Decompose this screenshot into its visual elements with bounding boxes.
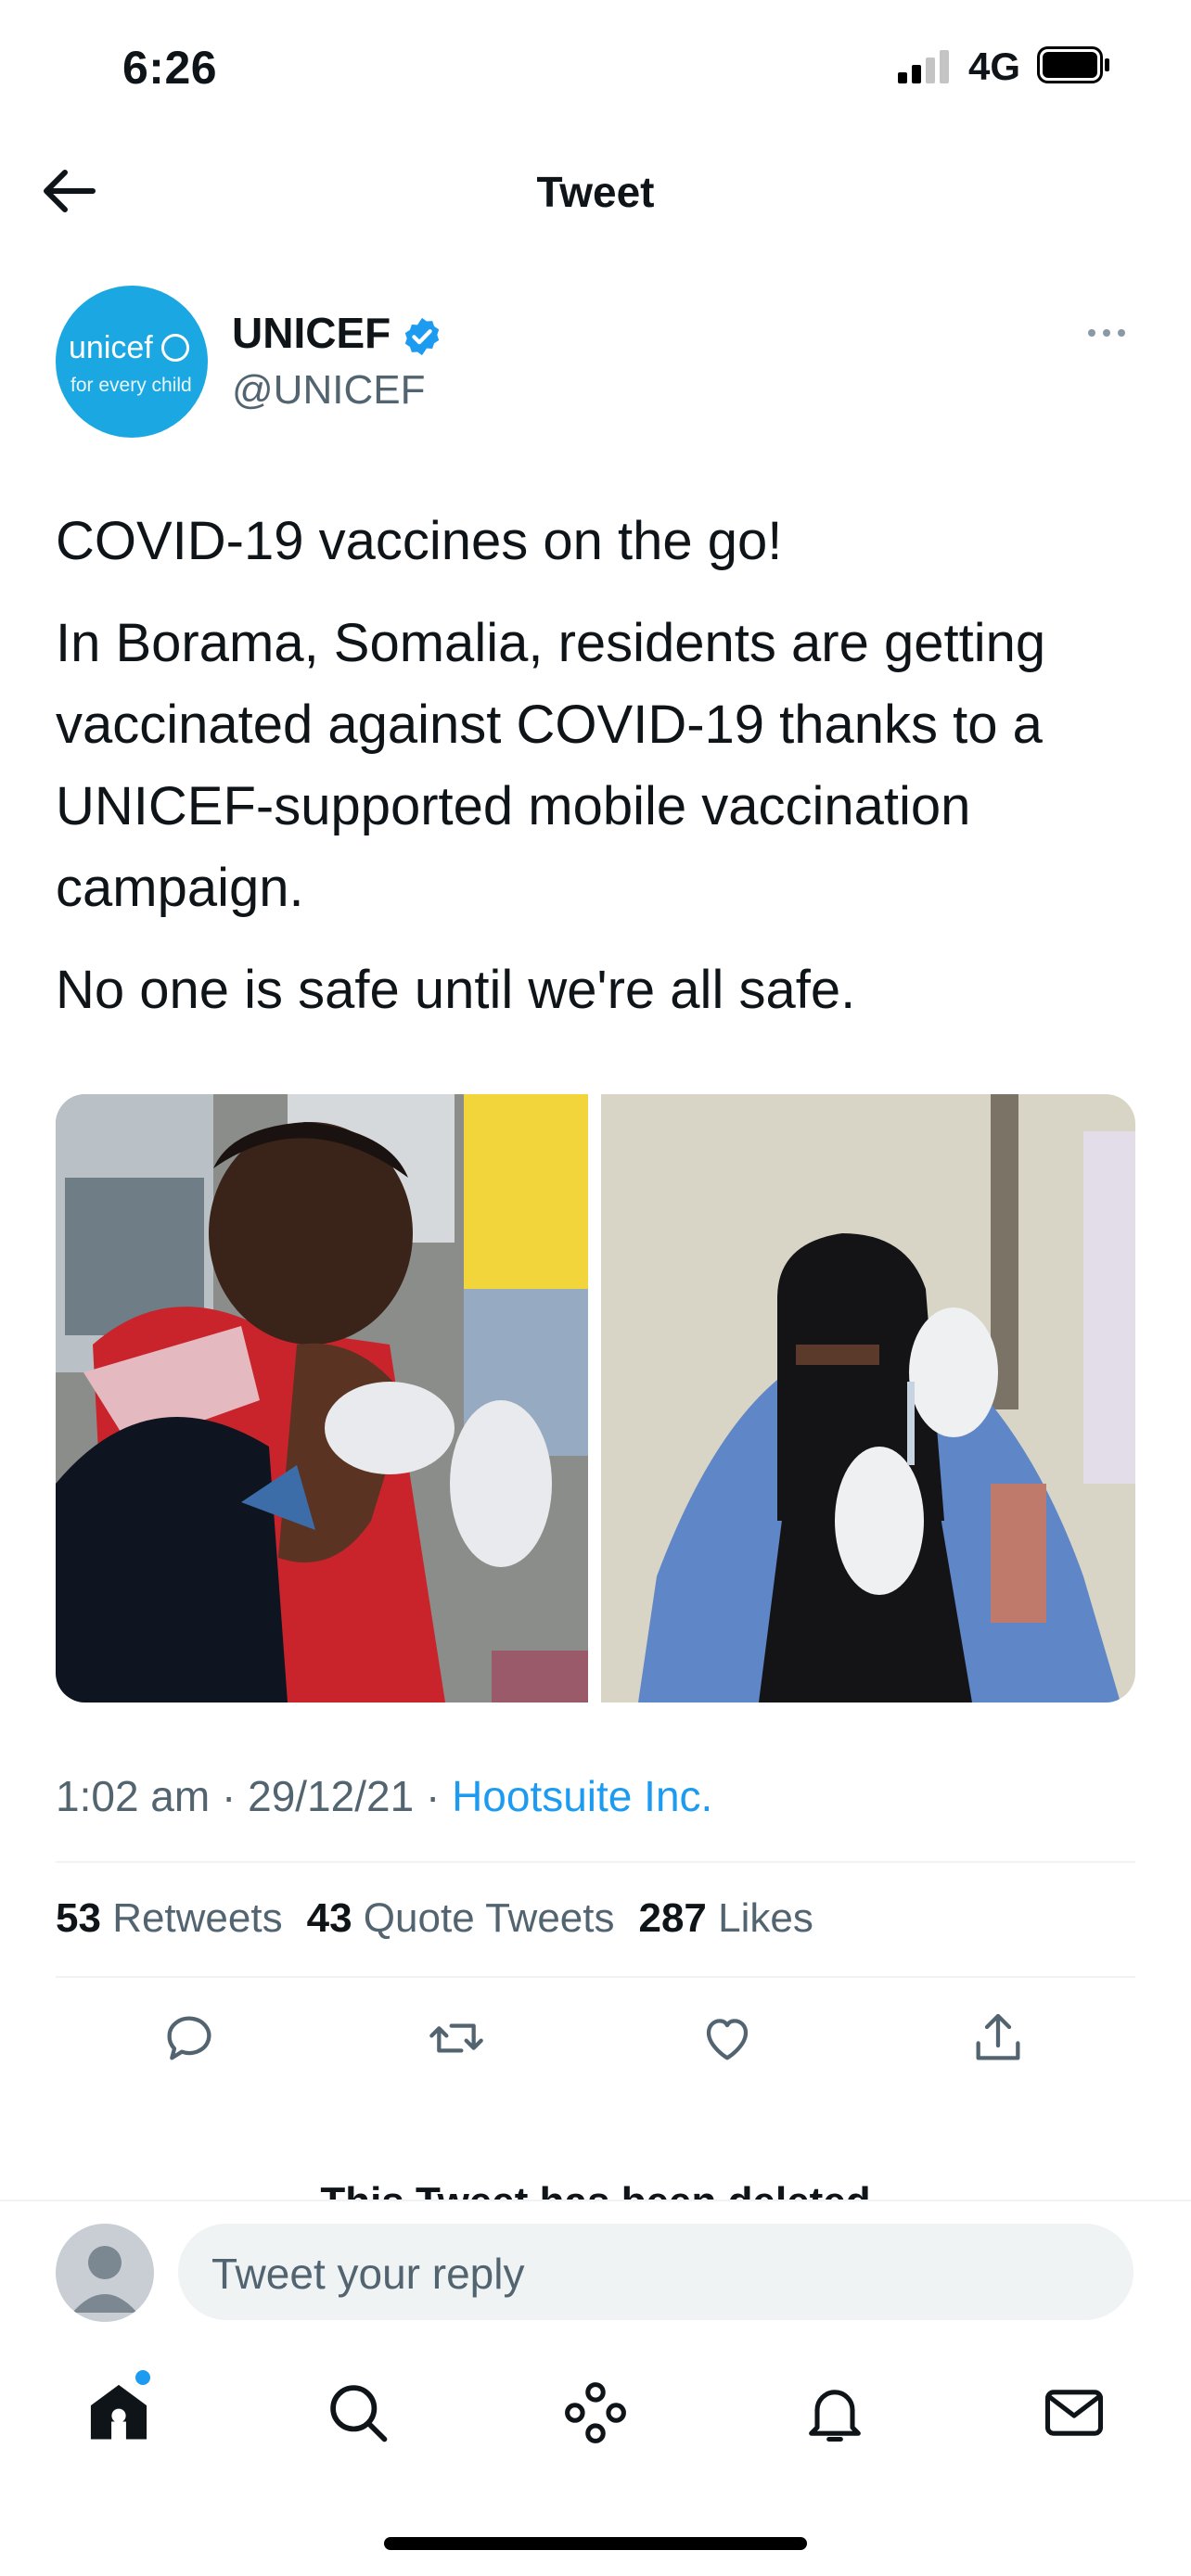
likes-stat[interactable]: 287 Likes [638, 1895, 813, 1941]
retweets-label: Retweets [112, 1895, 283, 1941]
default-avatar-icon [72, 2246, 137, 2313]
author-handle[interactable]: @UNICEF [232, 367, 425, 414]
user-avatar[interactable] [56, 2224, 154, 2322]
tweet-paragraph: No one is safe until we're all safe. [56, 960, 856, 1020]
retweets-stat[interactable]: 53 Retweets [56, 1895, 283, 1941]
quote-tweets-label: Quote Tweets [363, 1895, 615, 1941]
divider [56, 1861, 1135, 1863]
reply-placeholder: Tweet your reply [211, 2250, 525, 2298]
tweet-meta: 1:02 am · 29/12/21 · Hootsuite Inc. [56, 1772, 713, 1820]
quote-tweets-stat[interactable]: 43 Quote Tweets [307, 1895, 615, 1941]
notifications-bell-icon[interactable] [800, 2378, 870, 2448]
avatar-tagline: for every child [70, 375, 192, 396]
globe-icon [161, 334, 189, 362]
status-time: 6:26 [122, 42, 218, 94]
like-heart-icon[interactable] [698, 2009, 757, 2068]
home-icon[interactable] [83, 2378, 154, 2448]
tweet-text: COVID-19 vaccines on the go! In Borama, … [56, 501, 1141, 1052]
tweet-paragraph: COVID-19 vaccines on the go! [56, 511, 783, 571]
unicef-avatar[interactable]: unicef for every child [56, 286, 208, 438]
spaces-icon[interactable] [560, 2378, 631, 2448]
avatar-logo-text: unicef [69, 330, 153, 365]
likes-count: 287 [638, 1895, 707, 1941]
share-icon[interactable] [968, 2009, 1028, 2068]
search-icon[interactable] [323, 2378, 393, 2448]
tweet-time: 1:02 am [56, 1772, 211, 1820]
tweet-paragraph: In Borama, Somalia, residents are gettin… [56, 613, 1046, 918]
page-title: Tweet [536, 168, 655, 216]
messages-mail-icon[interactable] [1039, 2378, 1109, 2448]
tweet-source-link[interactable]: Hootsuite Inc. [452, 1772, 712, 1820]
verified-badge-icon [404, 317, 440, 356]
notification-dot [135, 2370, 150, 2385]
battery-icon [1037, 46, 1109, 83]
more-options-icon[interactable] [1085, 319, 1128, 347]
divider [56, 1976, 1135, 1978]
tweet-stats: 53 Retweets 43 Quote Tweets 287 Likes [56, 1895, 813, 1942]
retweet-icon[interactable] [427, 2009, 486, 2068]
author-name[interactable]: UNICEF [232, 308, 391, 358]
network-label: 4G [968, 45, 1021, 88]
vaccination-photo-2[interactable] [601, 1094, 1135, 1702]
retweets-count: 53 [56, 1895, 101, 1941]
quote-tweets-count: 43 [306, 1895, 352, 1941]
deleted-tweet-notice: This Tweet has been deleted [0, 2179, 1191, 2200]
tweet-date: 29/12/21 [248, 1772, 415, 1820]
reply-icon[interactable] [160, 2009, 219, 2068]
signal-icon [898, 50, 949, 83]
likes-label: Likes [718, 1895, 813, 1941]
tweet-media [56, 1094, 1135, 1702]
home-indicator [384, 2537, 807, 2550]
vaccination-photo-1[interactable] [56, 1094, 588, 1702]
reply-input[interactable]: Tweet your reply [178, 2224, 1133, 2320]
